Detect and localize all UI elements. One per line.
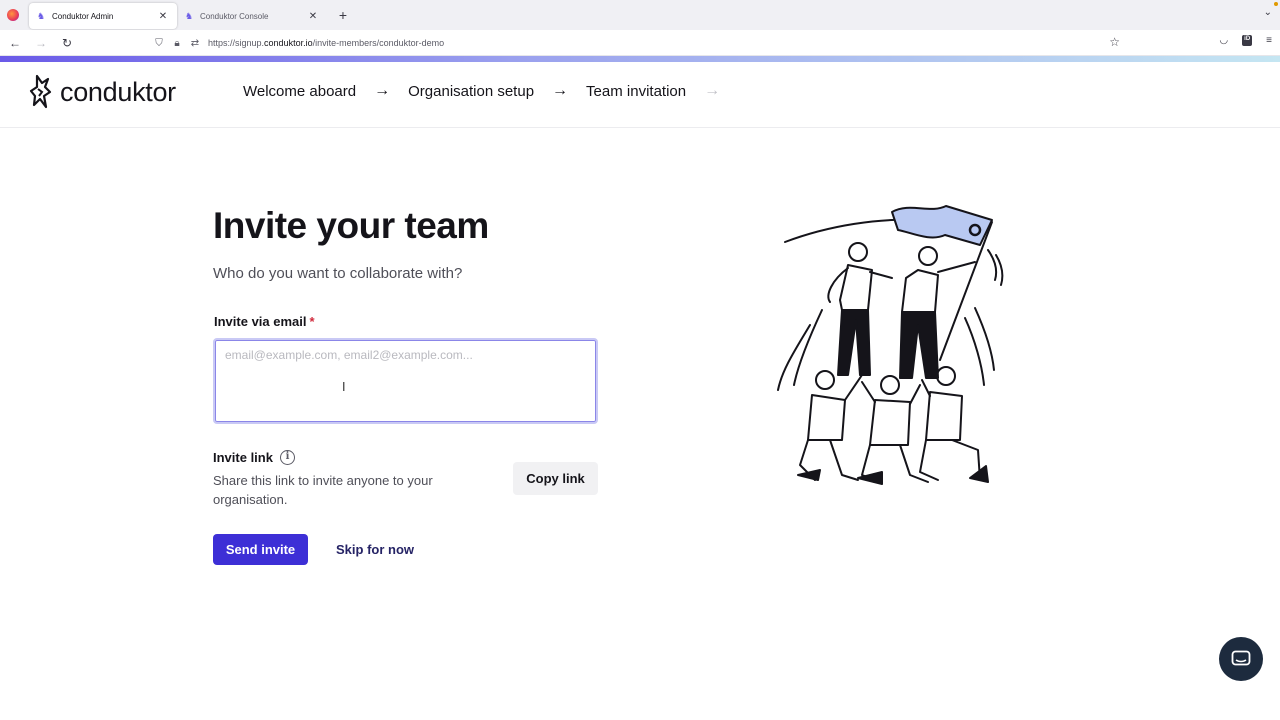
invite-link-description: Share this link to invite anyone to your… [213, 473, 433, 507]
url-domain: conduktor.io [264, 38, 313, 48]
conduktor-favicon-icon: ♞ [37, 11, 46, 21]
close-tab-icon[interactable]: ✕ [307, 11, 319, 22]
send-invite-button[interactable]: Send invite [213, 534, 308, 565]
chat-launcher-button[interactable] [1219, 637, 1263, 681]
reload-icon[interactable]: ↻ [56, 36, 78, 50]
tab-title: Conduktor Console [200, 11, 269, 21]
onboarding-steps: Welcome aboard → Organisation setup → Te… [243, 82, 738, 100]
pocket-icon[interactable]: ◡ [1219, 35, 1228, 46]
page-title: Invite your team [213, 205, 489, 246]
close-tab-icon[interactable]: ✕ [157, 11, 169, 22]
text-cursor-icon: Ⅰ [342, 380, 346, 394]
app-header: conduktor Welcome aboard → Organisation … [0, 62, 1280, 128]
arrow-right-icon: → [704, 82, 721, 99]
firefox-logo-icon [7, 9, 19, 21]
invite-link-heading: Invite link i [213, 450, 295, 465]
conduktor-logo-icon [29, 74, 52, 109]
lock-icon[interactable]: 🔒︎ [168, 38, 186, 49]
info-icon[interactable]: i [279, 450, 295, 465]
invite-email-input[interactable] [213, 338, 598, 424]
toolbar-icons: ◡ iD ≡ [1219, 35, 1272, 46]
arrow-right-icon: → [552, 82, 569, 99]
required-asterisk: * [309, 314, 315, 329]
permissions-icon[interactable]: ⇄ [186, 38, 204, 49]
menu-hamburger-icon[interactable]: ≡ [1266, 35, 1272, 46]
url-text[interactable]: https://signup.conduktor.io/invite-membe… [208, 38, 444, 48]
shield-icon[interactable]: ⛉ [150, 38, 168, 49]
new-tab-button[interactable]: + [333, 7, 353, 23]
invite-link-label: Invite link [213, 450, 273, 465]
logo-text: conduktor [60, 76, 176, 107]
notification-dot [1274, 2, 1278, 6]
tab-conduktor-console[interactable]: ♞ Conduktor Console ✕ [177, 3, 327, 29]
conduktor-favicon-icon: ♞ [185, 11, 194, 21]
url-path: /invite-members/conduktor-demo [312, 38, 445, 48]
email-label: Invite via email * [214, 314, 315, 329]
extension-id-icon[interactable]: iD [1242, 35, 1253, 46]
browser-tab-bar: ♞ Conduktor Admin ✕ ♞ Conduktor Console … [0, 0, 1280, 30]
tab-list-chevron-icon[interactable]: ⌄ [1264, 7, 1272, 18]
step-team-invitation: Team invitation [586, 82, 687, 100]
url-prefix: https://signup. [208, 38, 265, 48]
forward-arrow-icon[interactable]: → [30, 36, 52, 50]
browser-nav-bar: ← → ↻ ⛉ 🔒︎ ⇄ https://signup.conduktor.io… [0, 30, 1280, 56]
step-welcome-aboard: Welcome aboard [243, 82, 357, 100]
tab-conduktor-admin[interactable]: ♞ Conduktor Admin ✕ [29, 3, 177, 29]
url-bar[interactable]: ⛉ 🔒︎ ⇄ https://signup.conduktor.io/invit… [150, 33, 1130, 53]
arrow-right-icon: → [374, 82, 391, 99]
conduktor-logo[interactable]: conduktor [28, 74, 176, 110]
bookmark-star-icon[interactable]: ☆ [1109, 35, 1120, 49]
back-arrow-icon[interactable]: ← [4, 36, 26, 50]
team-illustration [777, 205, 1004, 485]
copy-link-button[interactable]: Copy link [513, 462, 598, 495]
email-label-text: Invite via email [214, 314, 307, 329]
tab-title: Conduktor Admin [52, 11, 114, 21]
skip-for-now-button[interactable]: Skip for now [330, 534, 420, 565]
step-organisation-setup: Organisation setup [408, 82, 535, 100]
page-subtitle: Who do you want to collaborate with? [213, 265, 463, 282]
chat-bubble-icon [1231, 650, 1251, 666]
